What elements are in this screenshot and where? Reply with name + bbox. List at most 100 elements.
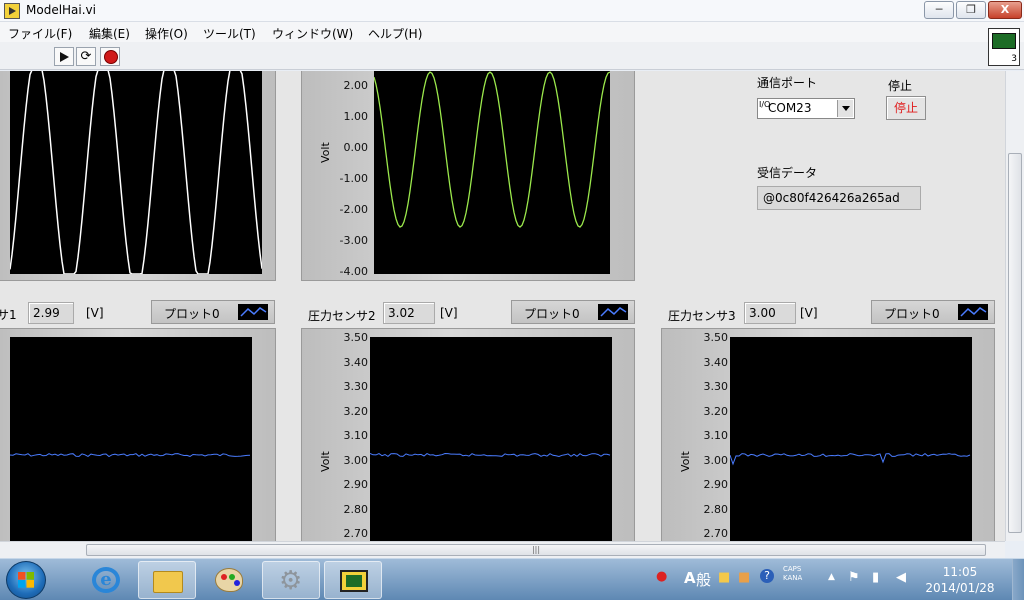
- folder-icon: [153, 571, 183, 593]
- sensor2-plot-legend[interactable]: プロット0: [511, 300, 635, 324]
- left-top-plot[interactable]: [9, 71, 263, 275]
- action-center-flag-icon[interactable]: ⚑: [848, 570, 860, 585]
- stop-button[interactable]: 停止: [886, 96, 926, 120]
- caps-kana-indicator: CAPS KANA: [783, 565, 802, 583]
- sensor2-unit: [V]: [440, 306, 458, 320]
- maximize-button[interactable]: ❐: [956, 1, 986, 19]
- top-plot[interactable]: [373, 71, 611, 274]
- sensor1-legend-text: プロット0: [164, 307, 220, 321]
- top-tick: -1.00: [339, 172, 368, 185]
- window-title: ModelHai.vi: [26, 3, 96, 17]
- chevron-down-icon[interactable]: [837, 100, 853, 117]
- start-button[interactable]: [6, 561, 46, 599]
- sensor2-graph-frame: Volt 3.50 3.40 3.30 3.20 3.10 3.00 2.90 …: [301, 328, 635, 541]
- sensor2-tick: 3.30: [343, 380, 369, 393]
- tray-heart-icon[interactable]: ●: [656, 569, 667, 584]
- sensor2-tick: 2.70: [343, 527, 369, 540]
- sensor2-series-line: [369, 452, 611, 458]
- clock-time: 11:05: [942, 565, 978, 579]
- top-tick: -4.00: [339, 265, 368, 278]
- network-icon[interactable]: ▮: [872, 570, 879, 585]
- taskbar-file-explorer[interactable]: [138, 561, 196, 599]
- minimize-button[interactable]: ─: [924, 1, 954, 19]
- taskbar-internet-explorer[interactable]: e: [76, 561, 134, 599]
- run-arrow-icon[interactable]: [54, 47, 74, 66]
- sensor2-tick: 2.90: [343, 478, 369, 491]
- taskbar-paint[interactable]: [200, 561, 258, 599]
- sensor3-plot[interactable]: [729, 337, 972, 541]
- sensor2-tick: 2.80: [343, 502, 369, 516]
- sensor3-tick: 2.70: [703, 527, 729, 540]
- sensor3-tick: 3.00: [703, 453, 729, 467]
- top-tick: -3.00: [339, 234, 368, 247]
- sensor3-unit: [V]: [800, 306, 818, 320]
- sensor3-plot-legend[interactable]: プロット0: [871, 300, 995, 324]
- top-trace: [373, 71, 611, 228]
- taskbar-settings[interactable]: ⚙: [262, 561, 320, 599]
- paint-palette-icon: [215, 568, 243, 592]
- menu-operate[interactable]: 操作(O): [145, 25, 188, 42]
- legend-swatch-icon: [598, 304, 628, 320]
- menu-file[interactable]: ファイル(F): [8, 25, 72, 42]
- sensor1-plot-legend[interactable]: プロット0: [151, 300, 275, 324]
- menu-help[interactable]: ヘルプ(H): [368, 25, 422, 42]
- menu-tools[interactable]: ツール(T): [203, 25, 256, 42]
- vi-icon-label: 3: [1011, 54, 1017, 64]
- sensor2-legend-text: プロット0: [524, 307, 580, 321]
- left-top-graph-frame: [0, 71, 276, 281]
- vi-icon-graphic: [992, 33, 1016, 49]
- sensor3-tick: 2.90: [703, 478, 729, 491]
- close-button[interactable]: X: [988, 1, 1022, 19]
- labview-icon: [340, 570, 368, 592]
- sensor2-tick: 3.40: [343, 355, 369, 369]
- sensor2-value: 3.02: [383, 302, 435, 324]
- ime-toolbox-icon[interactable]: ■: [718, 570, 730, 585]
- sensor3-tick: 3.30: [703, 380, 729, 393]
- top-graph-frame: Volt 2.00 1.00 0.00 -1.00 -2.00 -3.00 -4…: [301, 71, 635, 281]
- abort-icon[interactable]: [100, 47, 120, 66]
- legend-swatch-icon: [238, 304, 268, 320]
- vertical-scrollbar-thumb[interactable]: [1008, 153, 1022, 533]
- vertical-scrollbar[interactable]: [1005, 71, 1024, 541]
- volume-icon[interactable]: ◀: [896, 570, 906, 585]
- system-clock[interactable]: 11:05 2014/01/28: [925, 564, 995, 596]
- horizontal-scrollbar[interactable]: |||: [0, 541, 1005, 558]
- com-port-value: COM23: [768, 101, 812, 115]
- menu-bar: ファイル(F) 編集(E) 操作(O) ツール(T) ウィンドウ(W) ヘルプ(…: [0, 22, 1024, 42]
- sensor2-tick: 3.20: [343, 404, 369, 418]
- taskbar-labview[interactable]: [324, 561, 382, 599]
- recv-data-field: @0c80f426426a265ad: [757, 186, 921, 210]
- com-port-label: 通信ポート: [757, 76, 818, 90]
- menu-window[interactable]: ウィンドウ(W): [272, 25, 353, 42]
- sensor3-value: 3.00: [744, 302, 796, 324]
- sensor3-graph-frame: Volt 3.50 3.40 3.30 3.20 3.10 3.00 2.90 …: [661, 328, 995, 541]
- horizontal-scrollbar-thumb[interactable]: |||: [86, 544, 986, 556]
- ime-input-mode[interactable]: 般: [696, 569, 711, 590]
- show-desktop-button[interactable]: [1012, 559, 1024, 600]
- top-tick: -2.00: [339, 203, 368, 216]
- sensor2-tick: 3.50: [343, 331, 369, 344]
- labview-app-icon[interactable]: [4, 3, 20, 19]
- sensor1-graph-frame: [0, 328, 276, 541]
- sensor3-tick: 3.10: [703, 429, 729, 442]
- top-tick: 1.00: [343, 110, 369, 123]
- title-bar: ModelHai.vi ─ ❐ X: [0, 0, 1024, 22]
- sensor3-tick: 2.80: [703, 502, 729, 516]
- sensor1-plot[interactable]: [9, 337, 252, 541]
- com-port-select[interactable]: I/O COM23: [757, 98, 855, 119]
- ime-mode-icon[interactable]: A: [684, 569, 696, 587]
- sensor3-tick: 3.20: [703, 404, 729, 418]
- help-icon[interactable]: ?: [760, 569, 774, 583]
- show-hidden-icons-button[interactable]: ▲: [828, 572, 835, 582]
- toolbar: ⟳: [0, 42, 1024, 70]
- continuous-run-icon[interactable]: ⟳: [76, 47, 96, 66]
- front-panel: Volt 2.00 1.00 0.00 -1.00 -2.00 -3.00 -4…: [0, 71, 1005, 541]
- caps-indicator: CAPS: [783, 565, 802, 573]
- top-tick: 2.00: [343, 79, 369, 92]
- top-series-line: [373, 71, 611, 228]
- menu-edit[interactable]: 編集(E): [89, 25, 130, 42]
- sensor2-plot[interactable]: [369, 337, 612, 541]
- ime-pad-icon[interactable]: ■: [738, 570, 750, 585]
- gear-icon: ⚙: [279, 566, 303, 596]
- kana-indicator: KANA: [783, 574, 803, 582]
